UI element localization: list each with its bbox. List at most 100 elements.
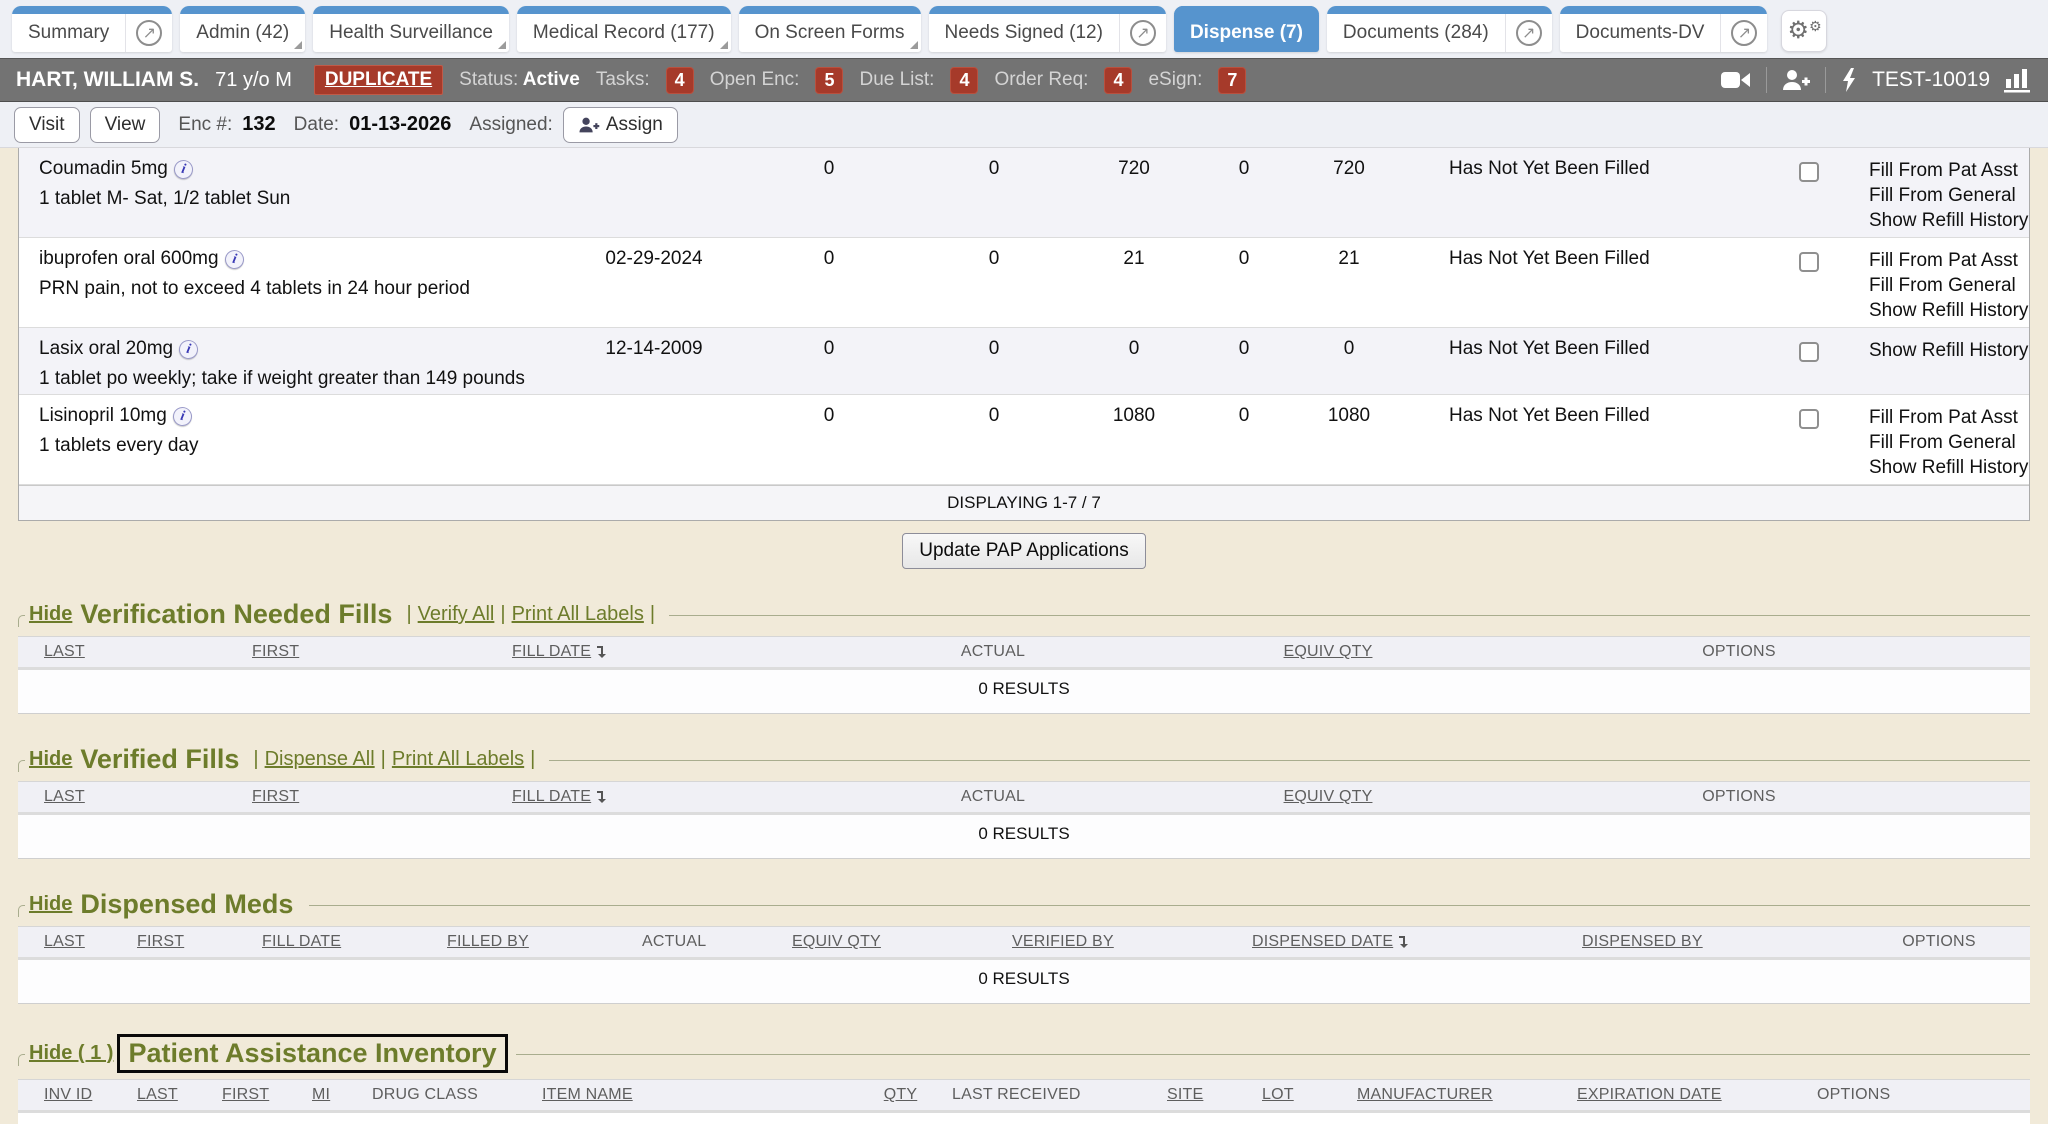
table-row: ibuprofen oral 600mgi PRN pain, not to e… <box>19 238 2029 328</box>
order-req-count-badge[interactable]: 4 <box>1104 67 1132 94</box>
info-icon[interactable]: i <box>172 158 195 181</box>
col-fill-date[interactable]: FILL DATE <box>508 643 778 661</box>
show-refill-history-link[interactable]: Show Refill History <box>1869 208 2029 233</box>
column-headers: LAST FIRST FILL DATE FILLED BY ACTUAL EQ… <box>18 926 2030 960</box>
qty-col-1: 0 <box>729 401 929 480</box>
col-inv-id[interactable]: INV ID <box>18 1086 113 1104</box>
view-button[interactable]: View <box>90 107 161 143</box>
med-sig: 1 tablet M- Sat, 1/2 tablet Sun <box>39 188 579 210</box>
fill-from-pat-asst-link[interactable]: Fill From Pat Asst <box>1869 158 2029 183</box>
col-manufacturer[interactable]: MANUFACTURER <box>1333 1086 1553 1104</box>
fill-checkbox[interactable] <box>1799 252 1819 272</box>
verify-all-link[interactable]: Verify All <box>418 603 495 626</box>
fill-from-pat-asst-link[interactable]: Fill From Pat Asst <box>1869 405 2029 430</box>
external-link-icon: ↗ <box>1130 20 1156 46</box>
due-list-count-badge[interactable]: 4 <box>950 67 978 94</box>
tasks-count-badge[interactable]: 4 <box>666 67 694 94</box>
tab-health-surveillance-group: Health Surveillance <box>313 6 509 52</box>
hide-verification-link[interactable]: Hide <box>29 603 72 626</box>
tab-needs-signed-popout[interactable]: ↗ <box>1119 6 1166 52</box>
tab-health-surveillance[interactable]: Health Surveillance <box>313 6 509 52</box>
tab-on-screen-forms[interactable]: On Screen Forms <box>739 6 921 52</box>
hide-dispensed-link[interactable]: Hide <box>29 893 72 916</box>
tab-summary-popout[interactable]: ↗ <box>125 6 172 52</box>
tab-dispense[interactable]: Dispense (7) <box>1174 6 1319 52</box>
date-value: 01-13-2026 <box>349 113 451 136</box>
add-person-icon[interactable] <box>1781 68 1811 92</box>
dispense-all-link[interactable]: Dispense All <box>265 748 375 771</box>
visit-button[interactable]: Visit <box>14 107 80 143</box>
tab-documents-dv-popout[interactable]: ↗ <box>1720 6 1767 52</box>
fill-from-general-link[interactable]: Fill From General <box>1869 430 2029 455</box>
qty-col-3: 720 <box>1059 154 1209 233</box>
col-first[interactable]: FIRST <box>133 933 258 951</box>
separator: | <box>530 748 535 771</box>
fill-from-general-link[interactable]: Fill From General <box>1869 273 2029 298</box>
encounter-bar: Visit View Enc #: 132 Date: 01-13-2026 A… <box>0 102 2048 148</box>
col-last[interactable]: LAST <box>18 933 133 951</box>
tab-dispense-group: Dispense (7) <box>1174 6 1319 52</box>
qty-col-2: 0 <box>929 401 1059 480</box>
col-last[interactable]: LAST <box>113 1086 198 1104</box>
col-equiv-qty[interactable]: EQUIV QTY <box>1208 643 1448 661</box>
tab-admin[interactable]: Admin (42) <box>180 6 305 52</box>
col-fill-date[interactable]: FILL DATE <box>508 788 778 806</box>
col-first[interactable]: FIRST <box>248 788 508 806</box>
update-pap-applications-button[interactable]: Update PAP Applications <box>902 533 1146 569</box>
qty-col-5: 0 <box>1279 334 1419 390</box>
show-refill-history-link[interactable]: Show Refill History <box>1869 338 2029 363</box>
tab-summary[interactable]: Summary <box>12 6 125 52</box>
tab-needs-signed[interactable]: Needs Signed (12) <box>929 6 1119 52</box>
fill-checkbox[interactable] <box>1799 342 1819 362</box>
fill-from-pat-asst-link[interactable]: Fill From Pat Asst <box>1869 248 2029 273</box>
info-icon[interactable]: i <box>177 338 200 361</box>
fill-checkbox[interactable] <box>1799 409 1819 429</box>
col-fill-date[interactable]: FILL DATE <box>258 933 443 951</box>
lightning-icon[interactable] <box>1840 67 1858 93</box>
hide-verified-link[interactable]: Hide <box>29 748 72 771</box>
tab-medical-record[interactable]: Medical Record (177) <box>517 6 731 52</box>
qty-col-1: 0 <box>729 154 929 233</box>
print-all-labels-link[interactable]: Print All Labels <box>392 748 524 771</box>
open-enc-count-badge[interactable]: 5 <box>815 67 843 94</box>
col-site[interactable]: SITE <box>1143 1086 1238 1104</box>
assign-button[interactable]: Assign <box>563 107 678 143</box>
col-last[interactable]: LAST <box>18 788 248 806</box>
video-call-icon[interactable] <box>1720 69 1752 91</box>
hide-pai-link[interactable]: Hide ( 1 ) <box>29 1042 113 1065</box>
col-first[interactable]: FIRST <box>198 1086 288 1104</box>
table-row: 1 Hart, William, S. Amoxicillin 500mg Ca… <box>18 1113 2030 1124</box>
section-title: Dispensed Meds <box>80 889 293 920</box>
tab-settings-button[interactable]: ⚙⚙ <box>1781 10 1827 52</box>
col-filled-by[interactable]: FILLED BY <box>443 933 638 951</box>
tab-documents-dv[interactable]: Documents-DV <box>1560 6 1721 52</box>
col-verified-by[interactable]: VERIFIED BY <box>1008 933 1248 951</box>
col-expiration-date[interactable]: EXPIRATION DATE <box>1553 1086 1793 1104</box>
print-all-labels-link[interactable]: Print All Labels <box>512 603 644 626</box>
col-qty[interactable]: QTY <box>873 1086 928 1104</box>
esign-count-badge[interactable]: 7 <box>1218 67 1246 94</box>
info-icon[interactable]: i <box>223 248 246 271</box>
col-equiv-qty[interactable]: EQUIV QTY <box>788 933 1008 951</box>
col-dispensed-by[interactable]: DISPENSED BY <box>1578 933 1848 951</box>
show-refill-history-link[interactable]: Show Refill History <box>1869 455 2029 480</box>
fill-from-general-link[interactable]: Fill From General <box>1869 183 2029 208</box>
col-equiv-qty[interactable]: EQUIV QTY <box>1208 788 1448 806</box>
col-dispensed-date[interactable]: DISPENSED DATE <box>1248 933 1578 951</box>
duplicate-badge[interactable]: DUPLICATE <box>314 65 443 95</box>
info-icon[interactable]: i <box>171 405 194 428</box>
tab-documents-popout[interactable]: ↗ <box>1505 6 1552 52</box>
med-sig: 1 tablet po weekly; take if weight great… <box>39 368 579 390</box>
qty-col-5: 720 <box>1279 154 1419 233</box>
col-last[interactable]: LAST <box>18 643 248 661</box>
show-refill-history-link[interactable]: Show Refill History <box>1869 298 2029 323</box>
col-item-name[interactable]: ITEM NAME <box>518 1086 873 1104</box>
bar-chart-icon[interactable] <box>2004 67 2032 93</box>
col-mi[interactable]: MI <box>288 1086 348 1104</box>
col-lot[interactable]: LOT <box>1238 1086 1333 1104</box>
col-first[interactable]: FIRST <box>248 643 508 661</box>
separator: | <box>406 603 411 626</box>
med-name: Lasix oral 20mg <box>39 338 173 359</box>
fill-checkbox[interactable] <box>1799 162 1819 182</box>
tab-documents[interactable]: Documents (284) <box>1327 6 1505 52</box>
